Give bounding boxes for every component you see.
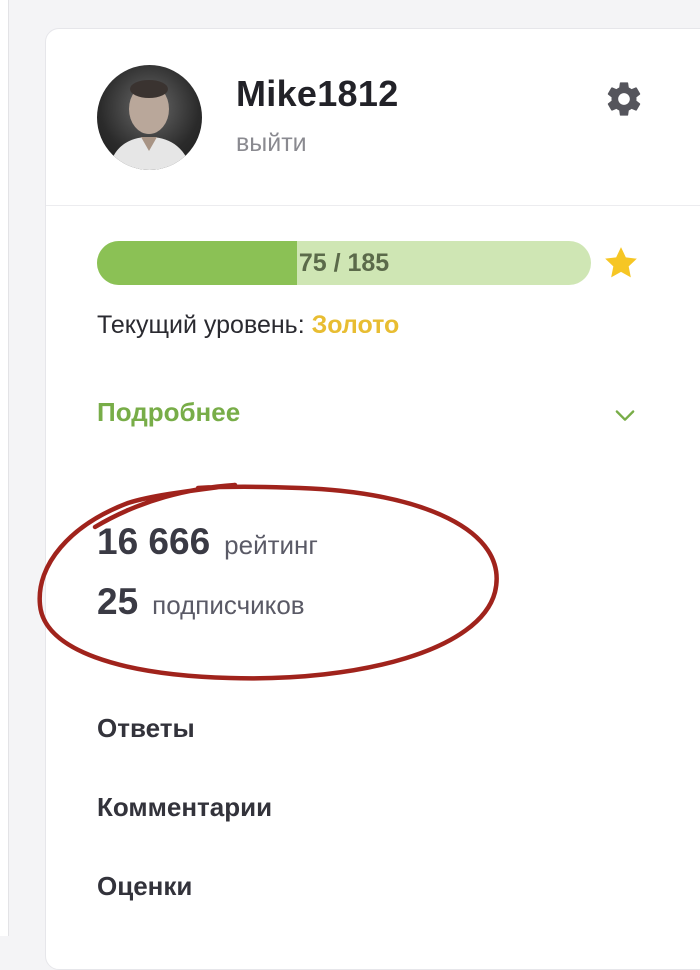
rating-value: 16 666 [97, 521, 211, 562]
level-progress-bar: 75 / 185 [97, 241, 591, 285]
subscribers-stat[interactable]: 25 подписчиков [97, 581, 305, 623]
username: Mike1812 [236, 73, 399, 114]
rating-stat: 16 666 рейтинг [97, 521, 318, 563]
chevron-down-icon[interactable] [611, 401, 639, 429]
rating-label: рейтинг [224, 530, 318, 560]
avatar[interactable] [97, 65, 202, 170]
star-icon [605, 247, 637, 278]
details-toggle[interactable]: Подробнее [97, 397, 240, 428]
user-photo-icon [109, 80, 191, 170]
gear-icon[interactable] [604, 79, 644, 119]
subscribers-value: 25 [97, 581, 139, 622]
left-panel-edge [0, 0, 9, 936]
menu-item-answers[interactable]: Ответы [97, 713, 195, 744]
subscribers-label: подписчиков [152, 590, 305, 620]
menu-item-comments[interactable]: Комментарии [97, 792, 272, 823]
profile-card: Mike1812 выйти 75 / 185 Текущий уровень:… [45, 28, 700, 970]
current-level: Текущий уровень: Золото [97, 311, 399, 340]
profile-header: Mike1812 выйти [46, 29, 700, 206]
menu-item-ratings[interactable]: Оценки [97, 871, 192, 902]
level-label: Текущий уровень: [97, 311, 305, 339]
logout-link[interactable]: выйти [236, 129, 307, 158]
progress-text: 75 / 185 [298, 249, 390, 277]
level-value: Золото [311, 311, 400, 339]
